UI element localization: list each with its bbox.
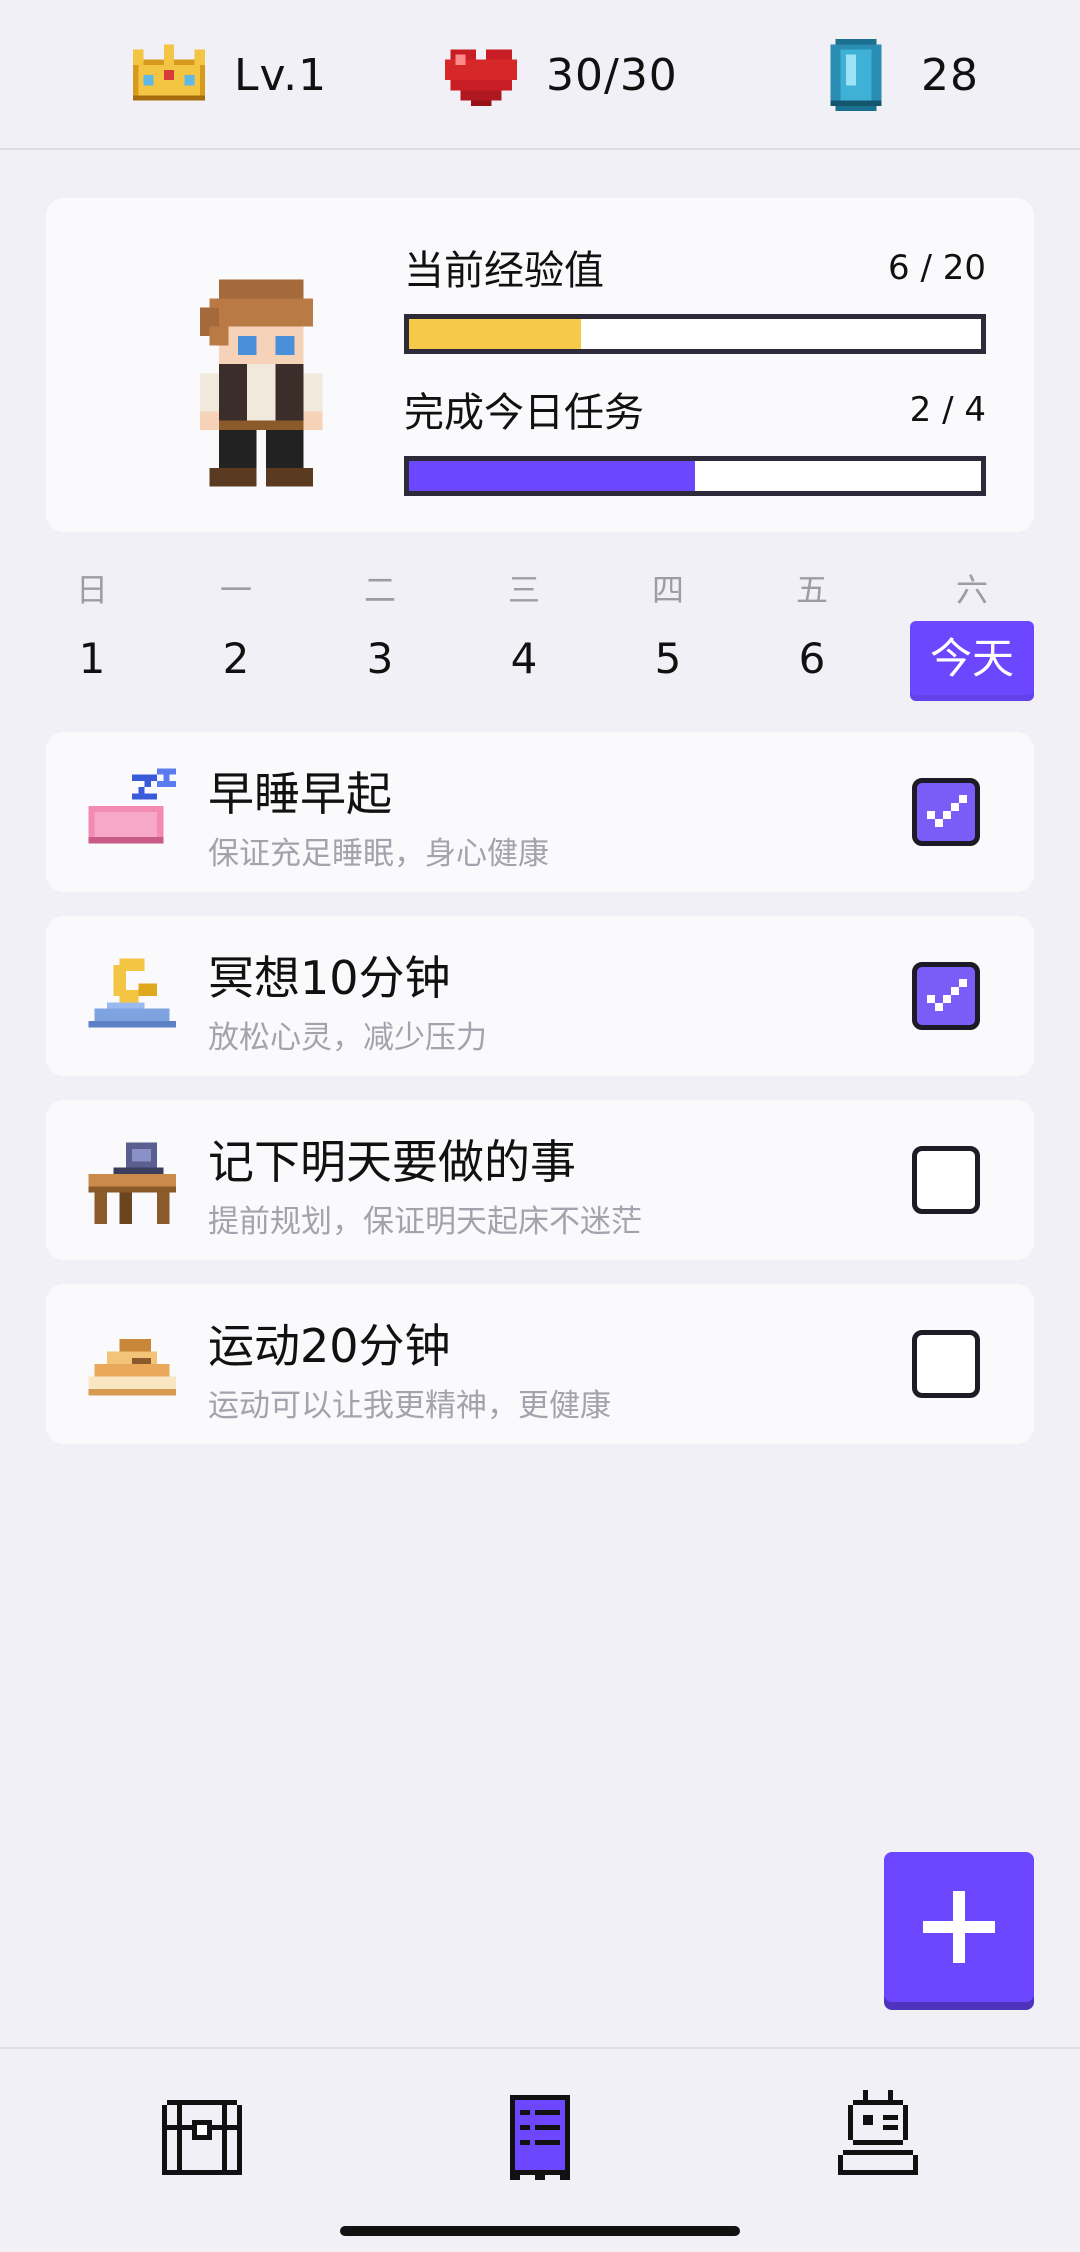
- day-name: 二: [363, 571, 396, 609]
- task-checkbox-checked[interactable]: [912, 962, 980, 1030]
- day-sat-today[interactable]: 六 今天: [910, 565, 1034, 701]
- day-date: 1: [78, 634, 106, 683]
- chest-icon[interactable]: [152, 2085, 252, 2185]
- task-title: 运动20分钟: [208, 1319, 451, 1373]
- add-task-button[interactable]: [884, 1852, 1034, 2002]
- tasks-progress-fill: [409, 461, 695, 491]
- task-desc: 提前规划，保证明天起床不迷茫: [208, 1204, 642, 1240]
- task-checkbox-unchecked[interactable]: [912, 1146, 980, 1214]
- task-item[interactable]: 冥想10分钟 放松心灵，减少压力: [46, 916, 1034, 1076]
- day-name: 六: [955, 571, 988, 609]
- desk-laptop-icon: [88, 1142, 176, 1224]
- task-checkbox-checked[interactable]: [912, 778, 980, 846]
- exp-block: 当前经验值 6 / 20: [404, 238, 986, 358]
- exp-value: 6 / 20: [888, 248, 986, 288]
- day-name: 三: [507, 571, 540, 609]
- day-date: 5: [654, 634, 682, 683]
- plus-icon: [923, 1891, 995, 1963]
- day-name: 一: [219, 571, 252, 609]
- profile-card: 当前经验值 6 / 20 完成今日任务 2 / 4: [46, 198, 1034, 532]
- task-title: 记下明天要做的事: [208, 1135, 576, 1189]
- today-badge: 今天: [910, 621, 1034, 701]
- gem-text: 28: [921, 49, 979, 101]
- hp-text: 30/30: [546, 49, 678, 101]
- day-date: 2: [222, 634, 250, 683]
- task-item[interactable]: 记下明天要做的事 提前规划，保证明天起床不迷茫: [46, 1100, 1034, 1260]
- day-name: 五: [795, 571, 828, 609]
- day-name: 四: [651, 571, 684, 609]
- check-icon: [927, 979, 967, 1011]
- task-list-icon[interactable]: [490, 2085, 590, 2185]
- task-desc: 运动可以让我更精神，更健康: [208, 1388, 611, 1424]
- task-desc: 保证充足睡眠，身心健康: [208, 836, 549, 872]
- day-thu[interactable]: 四 5: [606, 565, 730, 701]
- day-fri[interactable]: 五 6: [750, 565, 874, 701]
- crown-icon: [133, 44, 205, 101]
- exp-progress-fill: [409, 319, 581, 349]
- day-mon[interactable]: 一 2: [174, 565, 298, 701]
- check-icon: [927, 795, 967, 827]
- home-indicator[interactable]: [340, 2226, 740, 2236]
- exp-progress-bar: [404, 314, 986, 354]
- day-sun[interactable]: 日 1: [30, 565, 154, 701]
- gem-stat: 28: [815, 0, 979, 150]
- level-text: Lv.1: [234, 49, 328, 101]
- day-wed[interactable]: 三 4: [462, 565, 586, 701]
- tasks-value: 2 / 4: [909, 390, 986, 430]
- tasks-label: 完成今日任务: [404, 390, 644, 436]
- moon-cloud-icon: [88, 958, 176, 1028]
- day-date: 3: [366, 634, 394, 683]
- day-date: 4: [510, 634, 538, 683]
- level-stat: Lv.1: [128, 0, 327, 150]
- sneaker-icon: [88, 1339, 176, 1396]
- task-title: 冥想10分钟: [208, 951, 451, 1005]
- task-desc: 放松心灵，减少压力: [208, 1020, 487, 1056]
- exp-label: 当前经验值: [404, 248, 604, 294]
- day-date: 6: [798, 634, 826, 683]
- week-selector: 日 1 一 2 二 3 三 4 四 5 五 6 六 今天: [0, 565, 1080, 715]
- heart-icon: [445, 49, 517, 106]
- task-item[interactable]: 早睡早起 保证充足睡眠，身心健康: [46, 732, 1034, 892]
- bottom-nav: [0, 2047, 1080, 2252]
- sleep-pillow-icon: [88, 768, 176, 844]
- character-avatar-icon: [200, 279, 323, 487]
- task-title: 早睡早起: [208, 767, 392, 821]
- gem-icon: [830, 39, 882, 111]
- task-item[interactable]: 运动20分钟 运动可以让我更精神，更健康: [46, 1284, 1034, 1444]
- day-name: 日: [75, 571, 108, 609]
- stats-bar: Lv.1 30/30 28: [0, 0, 1080, 150]
- tasks-progress-bar: [404, 456, 986, 496]
- hp-stat: 30/30: [440, 0, 678, 150]
- task-checkbox-unchecked[interactable]: [912, 1330, 980, 1398]
- day-tue[interactable]: 二 3: [318, 565, 442, 701]
- character-icon[interactable]: [828, 2085, 928, 2185]
- tasks-block: 完成今日任务 2 / 4: [404, 380, 986, 500]
